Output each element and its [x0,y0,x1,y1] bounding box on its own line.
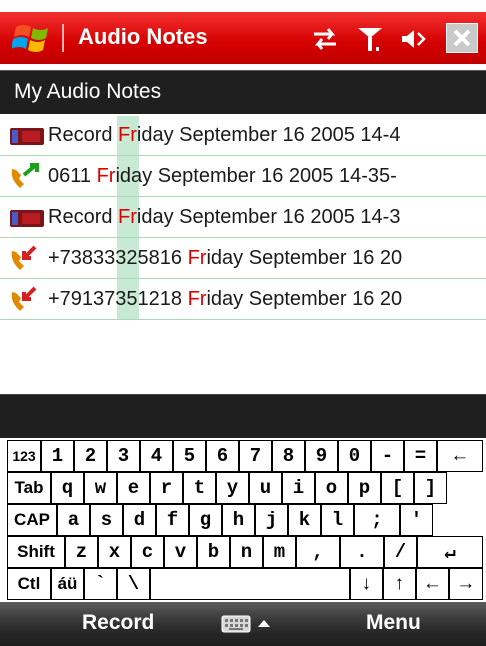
volume-icon[interactable] [398,25,428,53]
list-item[interactable]: +79137351218 Friday September 16 20 [0,280,486,320]
key[interactable]: 2 [74,440,107,472]
key[interactable]: l [321,504,354,536]
key[interactable]: - [371,440,404,472]
key-tab[interactable]: Tab [7,472,51,504]
key-ctrl[interactable]: Ctl [7,568,51,600]
key[interactable]: 8 [272,440,305,472]
key[interactable]: j [255,504,288,536]
key-enter[interactable]: ↵ [417,536,483,568]
list-item[interactable]: +73833325816 Friday September 16 20 [0,239,486,279]
key[interactable]: 0 [338,440,371,472]
connectivity-icon[interactable] [310,25,340,53]
key-caps-lock[interactable]: CAP [7,504,57,536]
key[interactable]: f [156,504,189,536]
key-arrow-up[interactable]: ↑ [383,568,416,600]
record-softkey[interactable]: Record [82,611,154,635]
incoming-call-icon [11,245,37,270]
key[interactable]: g [189,504,222,536]
key[interactable]: t [183,472,216,504]
key[interactable]: w [84,472,117,504]
key[interactable]: n [230,536,263,568]
close-button[interactable] [446,23,478,53]
key[interactable]: 5 [173,440,206,472]
key[interactable]: 4 [140,440,173,472]
title-separator [62,24,64,52]
key[interactable]: p [348,472,381,504]
key[interactable]: s [90,504,123,536]
key[interactable]: v [164,536,197,568]
key[interactable]: ] [414,472,447,504]
key[interactable]: ' [400,504,433,536]
key[interactable]: 6 [206,440,239,472]
top-margin [0,0,486,12]
key-numeric-toggle[interactable]: 123 [7,440,41,472]
key[interactable]: 7 [239,440,272,472]
close-icon [453,29,471,47]
key[interactable]: y [216,472,249,504]
record-icon [10,127,44,145]
key[interactable]: c [131,536,164,568]
key[interactable]: r [150,472,183,504]
key[interactable]: d [123,504,156,536]
key[interactable]: 3 [107,440,140,472]
menu-bar: Record Menu [0,602,486,646]
key[interactable]: e [117,472,150,504]
key-accents[interactable]: áü [51,568,84,600]
list-item[interactable]: Record Friday September 16 2005 14-4 [0,116,486,156]
incoming-call-icon [11,286,37,311]
key[interactable]: \ [117,568,150,600]
key[interactable]: b [197,536,230,568]
key[interactable]: h [222,504,255,536]
key[interactable]: i [282,472,315,504]
key[interactable]: z [65,536,98,568]
key[interactable]: / [384,536,417,568]
input-area[interactable] [0,394,486,438]
title-bar: Audio Notes [0,12,486,64]
key[interactable]: 1 [41,440,74,472]
key[interactable]: ; [354,504,400,536]
keyboard-icon[interactable] [220,612,274,636]
key[interactable]: x [98,536,131,568]
outgoing-call-icon [11,162,39,188]
list-item[interactable]: 0611 Friday September 16 2005 14-35- [0,157,486,197]
key[interactable]: a [57,504,90,536]
windows-logo-icon[interactable] [12,21,54,55]
folder-label: My Audio Notes [14,80,162,103]
audio-notes-list: Record Friday September 16 2005 14-4 061… [0,116,486,394]
key[interactable]: k [288,504,321,536]
key[interactable]: = [404,440,437,472]
key-arrow-left[interactable]: ← [416,568,449,600]
key-arrow-down[interactable]: ↓ [350,568,383,600]
key[interactable]: 9 [305,440,338,472]
key[interactable]: u [249,472,282,504]
key-backspace[interactable]: ← [437,440,483,472]
key-arrow-right[interactable]: → [449,568,483,600]
key[interactable]: o [315,472,348,504]
folder-header[interactable]: My Audio Notes [0,70,486,114]
soft-keyboard: 123 1 2 3 4 5 6 7 8 9 0 - = ← Tab q w e … [7,440,483,600]
menu-softkey[interactable]: Menu [366,611,421,635]
key-shift[interactable]: Shift [7,536,65,568]
key[interactable]: [ [381,472,414,504]
app-title: Audio Notes [78,24,208,49]
list-item[interactable]: Record Friday September 16 2005 14-3 [0,198,486,238]
key[interactable]: ` [84,568,117,600]
record-icon [10,209,44,227]
key[interactable]: m [263,536,296,568]
key[interactable]: q [51,472,84,504]
key[interactable]: , [296,536,340,568]
signal-icon[interactable] [355,25,385,53]
key[interactable]: . [340,536,384,568]
key-space[interactable] [150,568,350,600]
